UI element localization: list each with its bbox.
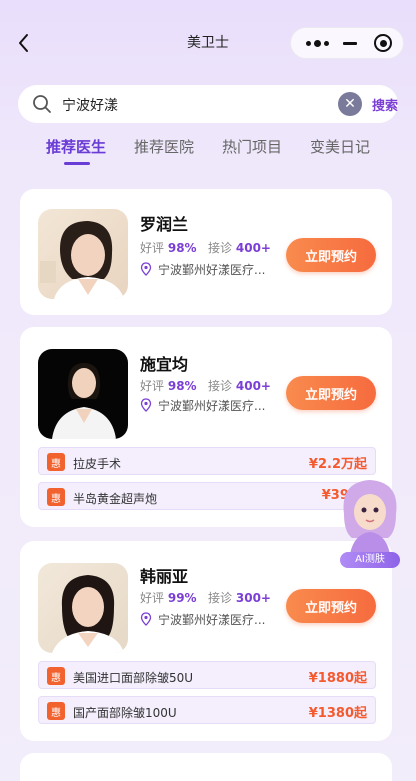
project-item[interactable]: 惠 半岛黄金超声炮 ¥3980 [38, 482, 376, 510]
location-pin-icon [140, 398, 152, 412]
project-item[interactable]: 惠 国产面部除皱100U ¥1380起 [38, 696, 376, 724]
doctor-card[interactable]: 罗润兰 好评 98% 接诊 400+ 宁波鄞州好漾医疗... 立即预约 [20, 189, 392, 315]
doctor-name: 罗润兰 [140, 215, 189, 234]
doctor-name: 韩丽亚 [140, 567, 189, 586]
book-now-button[interactable]: 立即预约 [286, 589, 376, 623]
location-pin-icon [140, 262, 152, 276]
doctor-hospital: 宁波鄞州好漾医疗... [140, 261, 265, 278]
close-target-icon[interactable] [367, 28, 399, 58]
ai-skin-test-widget[interactable]: AI测肤 [328, 474, 412, 570]
project-price: ¥1880起 [308, 671, 367, 686]
project-name: 美国进口面部除皱50U [73, 671, 194, 685]
top-nav-bar: 美卫士 [0, 0, 416, 84]
doctor-name: 施宜均 [140, 355, 189, 374]
close-icon: ✕ [344, 96, 356, 112]
discount-badge: 惠 [47, 488, 65, 506]
search-button[interactable]: 搜索 [372, 95, 398, 114]
category-tabs: 推荐医生 推荐医院 热门项目 变美日记 [0, 136, 416, 170]
project-name: 国产面部除皱100U [73, 706, 177, 720]
project-item[interactable]: 惠 拉皮手术 ¥2.2万起 [38, 447, 376, 475]
doctor-hospital: 宁波鄞州好漾医疗... [140, 397, 265, 414]
project-name: 拉皮手术 [73, 457, 122, 471]
ai-assistant-avatar [343, 480, 397, 554]
active-tab-indicator [64, 162, 90, 165]
discount-badge: 惠 [47, 453, 65, 471]
tab-hot-projects[interactable]: 热门项目 [222, 136, 282, 157]
miniprogram-capsule [290, 27, 404, 59]
book-now-button[interactable]: 立即预约 [286, 376, 376, 410]
project-price: ¥1380起 [308, 706, 367, 721]
search-icon [33, 95, 51, 113]
doctor-stats: 好评 98% 接诊 400+ [140, 241, 271, 255]
clear-search-button[interactable]: ✕ [338, 92, 362, 116]
tab-recommended-hospitals[interactable]: 推荐医院 [134, 136, 194, 157]
doctor-stats: 好评 99% 接诊 300+ [140, 591, 271, 605]
minimize-icon[interactable] [335, 28, 365, 58]
tab-beauty-diary[interactable]: 变美日记 [310, 136, 370, 157]
search-bar: 宁波好漾 ✕ 搜索 [18, 85, 398, 123]
ai-widget-label: AI测肤 [340, 552, 400, 568]
doctor-card[interactable] [20, 753, 392, 781]
book-now-button[interactable]: 立即预约 [286, 238, 376, 272]
doctor-hospital: 宁波鄞州好漾医疗... [140, 611, 265, 628]
discount-badge: 惠 [47, 667, 65, 685]
doctor-avatar [38, 563, 128, 653]
search-input[interactable]: 宁波好漾 [62, 95, 118, 115]
discount-badge: 惠 [47, 702, 65, 720]
project-price: ¥2.2万起 [308, 457, 367, 472]
project-name: 半岛黄金超声炮 [73, 492, 158, 506]
doctor-card[interactable]: 韩丽亚 好评 99% 接诊 300+ 宁波鄞州好漾医疗... 立即预约 惠 美国… [20, 541, 392, 741]
location-pin-icon [140, 612, 152, 626]
doctor-avatar [38, 349, 128, 439]
doctor-stats: 好评 98% 接诊 400+ [140, 379, 271, 393]
doctor-avatar [38, 209, 128, 299]
more-dots-icon[interactable] [301, 28, 333, 58]
project-item[interactable]: 惠 美国进口面部除皱50U ¥1880起 [38, 661, 376, 689]
tab-recommended-doctors[interactable]: 推荐医生 [46, 136, 106, 157]
